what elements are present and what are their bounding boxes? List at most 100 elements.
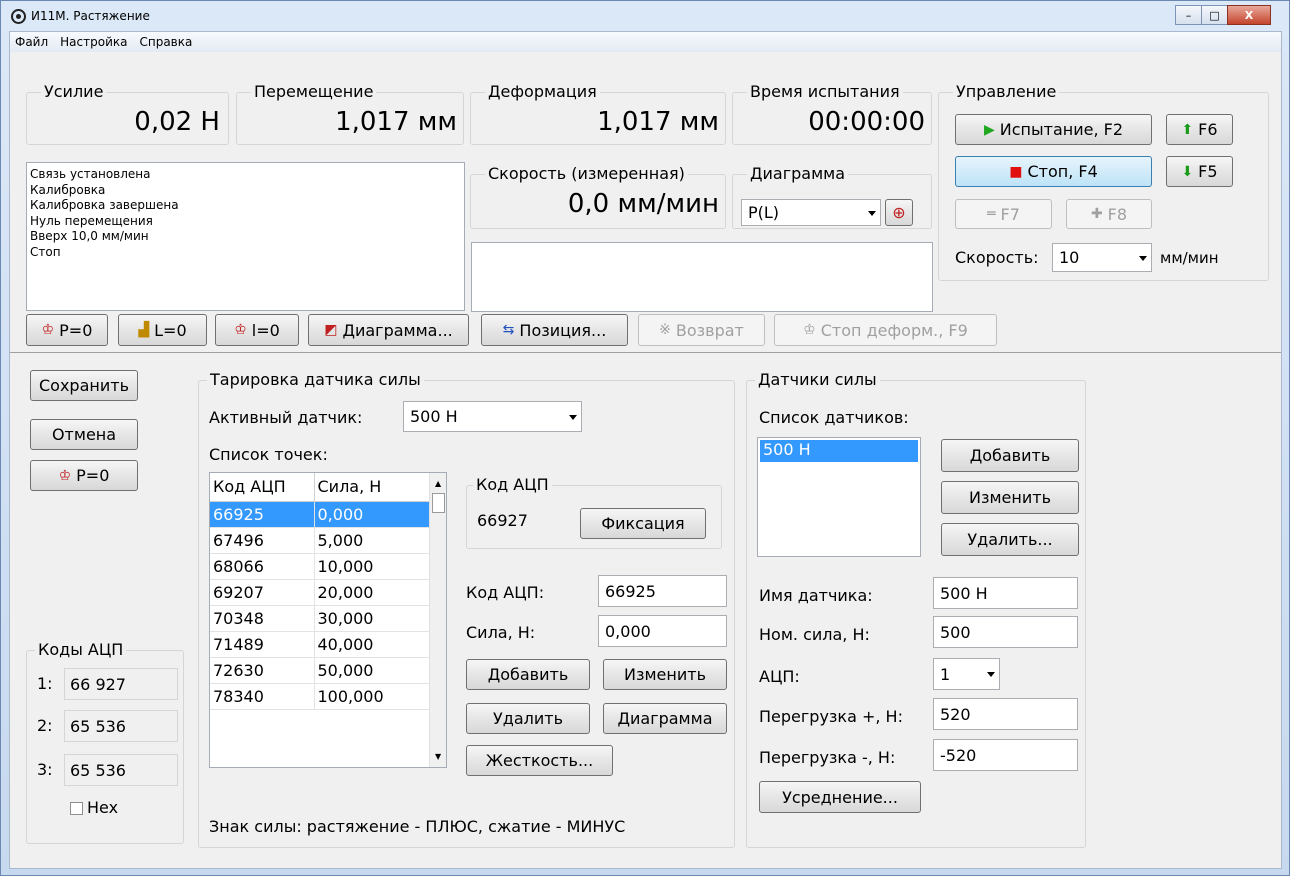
speed-unit: мм/мин <box>1160 249 1219 267</box>
adc-value-3: 65 536 <box>64 754 178 786</box>
column-header[interactable]: Сила, Н <box>314 473 431 502</box>
save-button[interactable]: Сохранить <box>30 370 138 401</box>
column-header[interactable]: Код АЦП <box>210 473 315 502</box>
speed-measured-value: 0,0 мм/мин <box>567 189 719 219</box>
active-sensor-select[interactable]: 500 Н <box>403 401 582 432</box>
f7-label: F7 <box>1000 204 1020 224</box>
nominal-force-field[interactable]: 500 <box>933 616 1078 648</box>
cell-adc: 67496 <box>210 527 315 554</box>
displacement-group: Перемещение 1,017 мм <box>236 82 464 145</box>
table-row[interactable]: 71489 40,000 <box>210 631 431 658</box>
table-row[interactable]: 72630 50,000 <box>210 657 431 684</box>
sensor-icon: ♔ <box>803 322 816 338</box>
close-button[interactable]: X <box>1227 5 1271 25</box>
diagram-button[interactable]: ◩ Диаграмма... <box>308 314 469 346</box>
adc-code-field[interactable]: 66925 <box>598 575 727 607</box>
stop-deform-button[interactable]: ♔ Стоп деформ., F9 <box>774 314 997 346</box>
add-sensor-button[interactable]: Добавить <box>941 439 1079 472</box>
cell-force: 40,000 <box>314 631 431 658</box>
delete-sensor-button[interactable]: Удалить... <box>941 523 1079 556</box>
f8-label: F8 <box>1107 204 1128 224</box>
cell-adc: 78340 <box>210 683 315 710</box>
position-button[interactable]: ⇆ Позиция... <box>481 314 628 346</box>
diagram-select[interactable]: P(L) <box>741 199 881 226</box>
overload-minus-field[interactable]: -520 <box>933 739 1078 771</box>
table-row[interactable]: 70348 30,000 <box>210 605 431 632</box>
i-zero-button[interactable]: ♔ l=0 <box>215 314 299 346</box>
chevron-down-icon <box>569 414 577 420</box>
force-field[interactable]: 0,000 <box>598 615 727 647</box>
active-sensor-value: 500 Н <box>410 407 458 426</box>
maximize-button[interactable]: □ <box>1201 5 1228 25</box>
sensor-list-label: Список датчиков: <box>759 408 909 427</box>
edit-sensor-button[interactable]: Изменить <box>941 481 1079 514</box>
position-button-label: Позиция... <box>519 320 607 340</box>
event-log[interactable]: Связь установлена Калибровка Калибровка … <box>26 162 465 311</box>
hex-checkbox[interactable] <box>70 802 83 815</box>
force-sign-note: Знак силы: растяжение - ПЛЮС, сжатие - М… <box>209 817 626 836</box>
message-panel <box>471 242 933 312</box>
control-group: Управление ▶ Испытание, F2 ⬆ F6 ■ Стоп, F4 … <box>938 82 1269 281</box>
test-time-value: 00:00:00 <box>808 107 925 137</box>
cancel-button[interactable]: Отмена <box>30 419 138 450</box>
delete-point-button[interactable]: Удалить <box>466 703 590 734</box>
stop-button[interactable]: ■ Стоп, F4 <box>955 156 1152 187</box>
stop-icon: ■ <box>1009 163 1023 180</box>
cell-force: 50,000 <box>314 657 431 684</box>
edit-point-button[interactable]: Изменить <box>603 659 727 690</box>
calibration-diagram-button[interactable]: Диаграмма <box>603 703 727 734</box>
table-row[interactable]: 68066 10,000 <box>210 553 431 580</box>
sensor-adc-select[interactable]: 1 <box>933 658 1000 690</box>
p-zero-button-2[interactable]: ♔ P=0 <box>30 460 138 491</box>
l-zero-button[interactable]: ▟ L=0 <box>118 314 207 346</box>
scroll-down-icon[interactable]: ▼ <box>435 752 441 761</box>
f8-button[interactable]: ✚ F8 <box>1066 199 1152 229</box>
sensor-name-field[interactable]: 500 Н <box>933 577 1078 609</box>
f7-button[interactable]: ═ F7 <box>955 199 1052 229</box>
ruler-icon: ▟ <box>138 322 150 338</box>
return-button-label: Возврат <box>675 320 744 340</box>
menu-help[interactable]: Справка <box>139 35 192 49</box>
cell-adc: 69207 <box>210 579 315 606</box>
minimize-button[interactable]: – <box>1175 5 1202 25</box>
force-label: Сила, Н: <box>466 623 536 642</box>
log-line: Калибровка завершена <box>30 198 179 212</box>
test-time-group: Время испытания 00:00:00 <box>732 82 932 145</box>
cell-adc: 70348 <box>210 605 315 632</box>
p-zero-button[interactable]: ♔ P=0 <box>26 314 108 346</box>
fix-button[interactable]: Фиксация <box>580 508 706 539</box>
f5-button[interactable]: ⬇ F5 <box>1166 156 1233 187</box>
speed-select[interactable]: 10 <box>1052 243 1152 272</box>
cell-adc: 72630 <box>210 657 315 684</box>
return-button[interactable]: ※ Возврат <box>638 314 765 346</box>
table-row[interactable]: 78340 100,000 <box>210 683 431 710</box>
overload-plus-field[interactable]: 520 <box>933 698 1078 730</box>
overload-minus-label: Перегрузка -, Н: <box>759 748 896 767</box>
stiffness-button[interactable]: Жесткость... <box>466 745 613 776</box>
list-item[interactable]: 500 Н <box>760 440 918 462</box>
test-button[interactable]: ▶ Испытание, F2 <box>955 114 1152 145</box>
scroll-up-icon[interactable]: ▲ <box>435 479 441 488</box>
table-row[interactable]: 69207 20,000 <box>210 579 431 606</box>
menu-file[interactable]: Файл <box>15 35 48 49</box>
points-scrollbar[interactable]: ▲ ▼ <box>429 473 446 767</box>
menu-settings[interactable]: Настройка <box>60 35 127 49</box>
log-line: Калибровка <box>30 182 106 197</box>
cell-adc: 66925 <box>210 501 315 528</box>
cell-force: 0,000 <box>314 501 431 528</box>
title-bar[interactable]: И11М. Растяжение – □ X <box>1 1 1289 31</box>
sensor-list[interactable]: 500 Н <box>757 437 921 557</box>
add-point-button[interactable]: Добавить <box>466 659 590 690</box>
client-area: Файл Настройка Справка Усилие 0,02 Н Пер… <box>9 31 1282 869</box>
averaging-button[interactable]: Усреднение... <box>759 781 921 813</box>
calibration-caption: Тарировка датчика силы <box>207 370 424 390</box>
deformation-caption: Деформация <box>485 82 600 102</box>
table-row[interactable]: 66925 0,000 <box>210 501 431 528</box>
diagram-target-button[interactable]: ⊕ <box>885 199 913 226</box>
scroll-thumb[interactable] <box>432 493 445 513</box>
log-line: Стоп <box>30 244 61 259</box>
diagram-group: Диаграмма P(L) ⊕ <box>732 164 932 229</box>
points-table[interactable]: Код АЦП Сила, Н 66925 0,000 67496 5,000 68… <box>209 472 447 768</box>
table-row[interactable]: 67496 5,000 <box>210 527 431 554</box>
f6-button[interactable]: ⬆ F6 <box>1166 114 1233 145</box>
